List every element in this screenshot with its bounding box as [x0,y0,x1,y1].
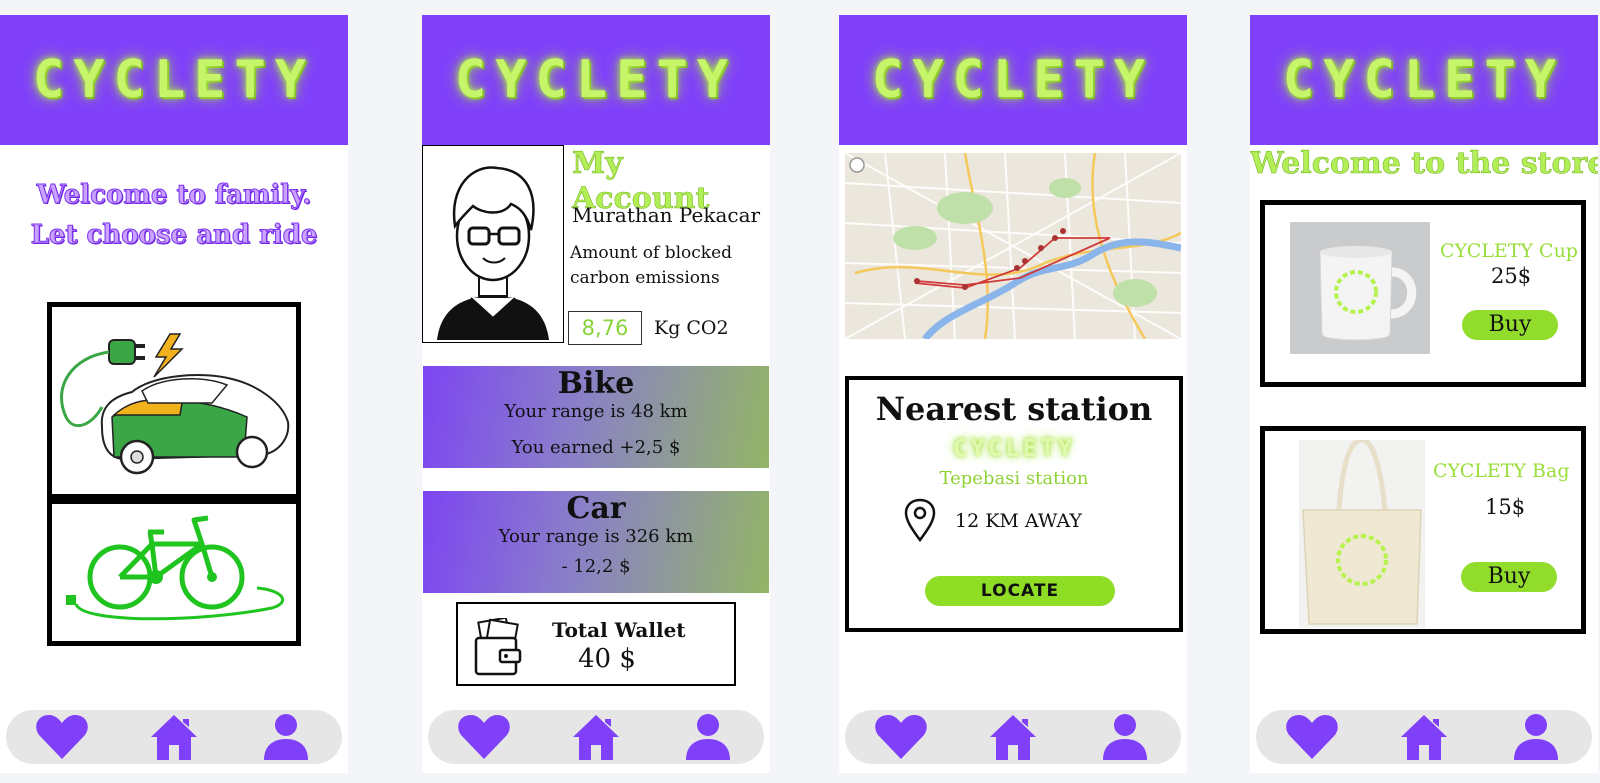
total-wallet-card[interactable]: Total Wallet 40 $ [456,602,736,686]
favorites-button[interactable] [872,710,930,764]
home-button[interactable] [567,710,625,764]
station-card-title: Nearest station [875,390,1153,428]
favorites-button[interactable] [455,710,513,764]
favorites-button[interactable] [33,710,91,764]
wallet-title: Total Wallet [552,618,686,642]
heart-icon [1286,715,1338,759]
store-screen: CYCLETY Welcome to the store CYCLETY Cup… [1250,15,1598,773]
welcome-screen: CYCLETY Welcome to family. Let choose an… [0,15,348,773]
buy-cup-button[interactable]: Buy [1462,310,1558,340]
product-price: 25$ [1491,264,1532,288]
bike-stats-panel[interactable]: Bike Your range is 48 km You earned +2,5… [423,366,769,468]
store-title: Welcome to the store [1250,146,1598,182]
bottom-navigation [845,710,1181,764]
user-icon [264,714,308,760]
bike-range: Your range is 48 km [504,401,688,422]
profile-button[interactable] [1096,710,1154,764]
user-avatar-icon [437,166,549,340]
user-icon [686,714,730,760]
electric-car-icon [60,333,290,475]
carbon-emissions-label: Amount of blocked carbon emissions [570,243,733,288]
heart-icon [36,715,88,759]
bike-earnings: You earned +2,5 $ [511,437,681,458]
heart-icon [458,715,510,759]
station-logo: CYCLETY [952,434,1076,462]
bike-title: Bike [557,366,635,401]
product-name: CYCLETY Bag [1433,460,1570,482]
car-cost: - 12,2 $ [561,556,631,577]
tote-bag-image [1299,440,1425,628]
home-icon [990,715,1036,760]
bottom-navigation [428,710,764,764]
car-stats-panel[interactable]: Car Your range is 326 km - 12,2 $ [423,491,769,593]
bottom-navigation [6,710,342,764]
nearest-station-card: Nearest station CYCLETY Tepebasi station… [845,376,1183,632]
car-range: Your range is 326 km [498,526,694,547]
product-name: CYCLETY Cup [1440,240,1578,262]
locate-button[interactable]: LOCATE [925,576,1115,606]
welcome-title: Welcome to family. Let choose and ride [30,180,318,251]
electric-bike-option[interactable] [47,499,301,646]
app-logo: CYCLETY [871,50,1155,110]
bottom-navigation [1256,710,1592,764]
app-header: CYCLETY [839,15,1187,145]
route-map[interactable] [845,153,1181,339]
home-button[interactable] [145,710,203,764]
carbon-emissions-unit: Kg CO2 [654,317,729,339]
home-button[interactable] [1395,710,1453,764]
favorites-button[interactable] [1283,710,1341,764]
user-icon [1103,714,1147,760]
station-screen: CYCLETY Nearest station CYCLETY Tepebasi… [839,15,1187,773]
app-header: CYCLETY [1250,15,1598,145]
account-screen: CYCLETY My Account Murathan Pekacar Amou… [422,15,770,773]
app-logo: CYCLETY [32,50,316,110]
location-pin-icon [904,498,936,542]
station-distance: 12 KM AWAY [955,510,1082,532]
profile-button[interactable] [679,710,737,764]
carbon-emissions-value: 8,76 [568,311,642,345]
buy-bag-button[interactable]: Buy [1461,562,1557,592]
electric-bike-icon [66,515,285,621]
electric-car-option[interactable] [47,302,301,499]
home-icon [151,715,197,760]
station-name: Tepebasi station [939,468,1089,489]
user-name: Murathan Pekacar [572,203,761,227]
profile-button[interactable] [257,710,315,764]
mug-image [1290,222,1430,354]
app-header: CYCLETY [0,15,348,145]
app-logo: CYCLETY [1282,50,1566,110]
wallet-amount: 40 $ [578,644,636,674]
home-icon [1401,715,1447,760]
user-icon [1514,714,1558,760]
map-zoom-control-icon[interactable] [849,157,865,173]
avatar [422,145,564,343]
product-card-bag: CYCLETY Bag 15$ Buy [1260,426,1586,634]
heart-icon [875,715,927,759]
app-header: CYCLETY [422,15,770,145]
product-card-cup: CYCLETY Cup 25$ Buy [1260,200,1586,387]
home-icon [573,715,619,760]
app-logo: CYCLETY [454,50,738,110]
product-price: 15$ [1485,495,1526,519]
home-button[interactable] [984,710,1042,764]
car-title: Car [566,491,626,526]
wallet-icon [474,618,522,676]
profile-button[interactable] [1507,710,1565,764]
